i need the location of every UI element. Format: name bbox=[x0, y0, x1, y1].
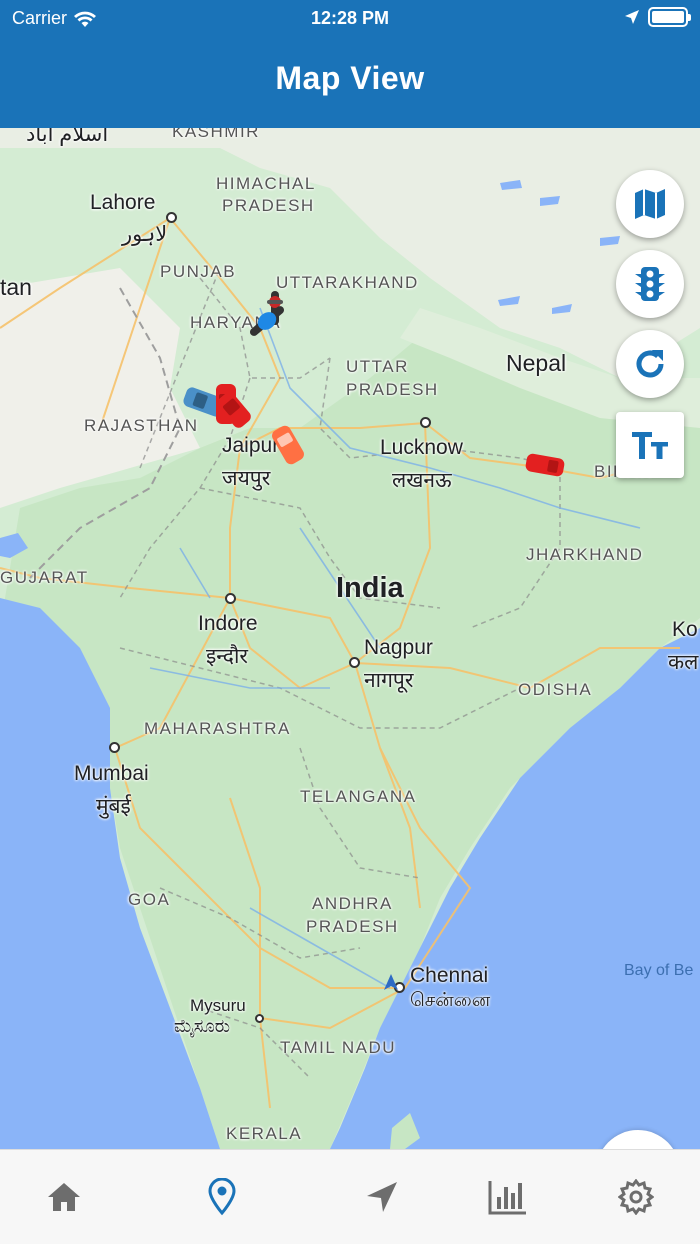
text-size-button[interactable] bbox=[616, 412, 684, 478]
text-size-icon bbox=[632, 432, 668, 459]
label-telangana: TELANGANA bbox=[300, 787, 417, 806]
label-chennai-native: சென்னை bbox=[410, 990, 491, 1011]
label-kerala: KERALA bbox=[226, 1124, 303, 1143]
traffic-button[interactable] bbox=[616, 250, 684, 318]
label-jaipur-native: जयपुर bbox=[222, 467, 271, 490]
navigation-arrow-marker bbox=[384, 974, 398, 990]
city-dot-nagpur bbox=[349, 657, 360, 668]
label-india: India bbox=[336, 572, 404, 604]
navigation-icon bbox=[367, 1182, 397, 1212]
city-dot-mysuru bbox=[255, 1014, 264, 1023]
city-dot-mumbai bbox=[109, 742, 120, 753]
label-tamil-nadu: TAMIL NADU bbox=[280, 1038, 397, 1057]
status-right-group bbox=[624, 7, 691, 27]
label-nepal: Nepal bbox=[506, 350, 567, 376]
city-dot-indore bbox=[225, 593, 236, 604]
tab-home[interactable] bbox=[34, 1172, 94, 1222]
tab-reports[interactable] bbox=[478, 1172, 538, 1222]
label-indore: Indore bbox=[198, 612, 258, 635]
label-mysuru-native: ಮೈಸೂರು bbox=[174, 1016, 230, 1036]
label-indore-native: इन्दौर bbox=[206, 645, 248, 668]
label-kolkata-native-partial: कल bbox=[668, 651, 699, 674]
label-kolkata-partial: Ko bbox=[672, 618, 698, 641]
label-himachal-2: PRADESH bbox=[222, 196, 315, 215]
label-lucknow-native: लखनऊ bbox=[392, 469, 452, 492]
label-mumbai-native: मुंबई bbox=[96, 795, 131, 818]
label-jharkhand: JHARKHAND bbox=[526, 545, 644, 564]
tab-navigate[interactable] bbox=[352, 1172, 412, 1222]
label-bay-of-bengal: Bay of Be bbox=[624, 962, 694, 979]
app-header: Carrier 12:28 PM Map View bbox=[0, 0, 700, 128]
label-nagpur: Nagpur bbox=[364, 636, 433, 659]
tab-settings[interactable] bbox=[606, 1172, 666, 1222]
label-chennai: Chennai bbox=[410, 964, 489, 987]
label-pakistan-partial: tan bbox=[0, 274, 32, 300]
location-arrow-icon bbox=[625, 10, 639, 24]
label-andhra-2: PRADESH bbox=[306, 917, 399, 936]
city-dot-lahore bbox=[166, 212, 177, 223]
page-title: Map View bbox=[275, 60, 425, 96]
map-type-button[interactable] bbox=[616, 170, 684, 238]
label-uttarakhand: UTTARAKHAND bbox=[276, 273, 419, 292]
map-icon bbox=[635, 189, 665, 219]
label-nagpur-native: नागपूर bbox=[364, 669, 414, 692]
bar-chart-icon bbox=[488, 1181, 526, 1215]
tab-bar bbox=[0, 1149, 700, 1244]
label-lahore: Lahore bbox=[90, 191, 156, 214]
refresh-icon bbox=[636, 350, 664, 378]
label-andhra-1: ANDHRA bbox=[312, 894, 393, 913]
label-punjab: PUNJAB bbox=[160, 262, 237, 281]
city-dot-lucknow bbox=[420, 417, 431, 428]
label-uttar-1: UTTAR bbox=[346, 357, 409, 376]
map-view[interactable]: KASHMIR اسلام آباد Lahore لاہور tan HIMA… bbox=[0, 128, 700, 1149]
label-uttar-2: PRADESH bbox=[346, 380, 439, 399]
label-islamabad: اسلام آباد bbox=[26, 128, 109, 146]
label-gujarat: GUJARAT bbox=[0, 568, 89, 587]
label-mumbai: Mumbai bbox=[74, 762, 149, 785]
status-time: 12:28 PM bbox=[310, 8, 390, 28]
label-maharashtra: MAHARASHTRA bbox=[144, 719, 291, 738]
label-lucknow: Lucknow bbox=[380, 436, 463, 459]
gear-icon bbox=[618, 1179, 654, 1215]
battery-icon bbox=[648, 7, 691, 27]
tab-map[interactable] bbox=[192, 1172, 252, 1222]
traffic-light-icon bbox=[635, 267, 665, 301]
home-icon bbox=[48, 1183, 80, 1211]
label-goa: GOA bbox=[128, 890, 171, 909]
label-kashmir: KASHMIR bbox=[172, 128, 260, 141]
label-mysuru: Mysuru bbox=[190, 996, 246, 1015]
label-rajasthan: RAJASTHAN bbox=[84, 416, 199, 435]
refresh-button[interactable] bbox=[616, 330, 684, 398]
label-himachal-1: HIMACHAL bbox=[216, 174, 316, 193]
status-bar: Carrier 12:28 PM bbox=[0, 0, 700, 36]
label-lahore-native: لاہور bbox=[122, 223, 168, 246]
location-pin-icon bbox=[208, 1178, 236, 1216]
label-odisha: ODISHA bbox=[518, 680, 593, 699]
